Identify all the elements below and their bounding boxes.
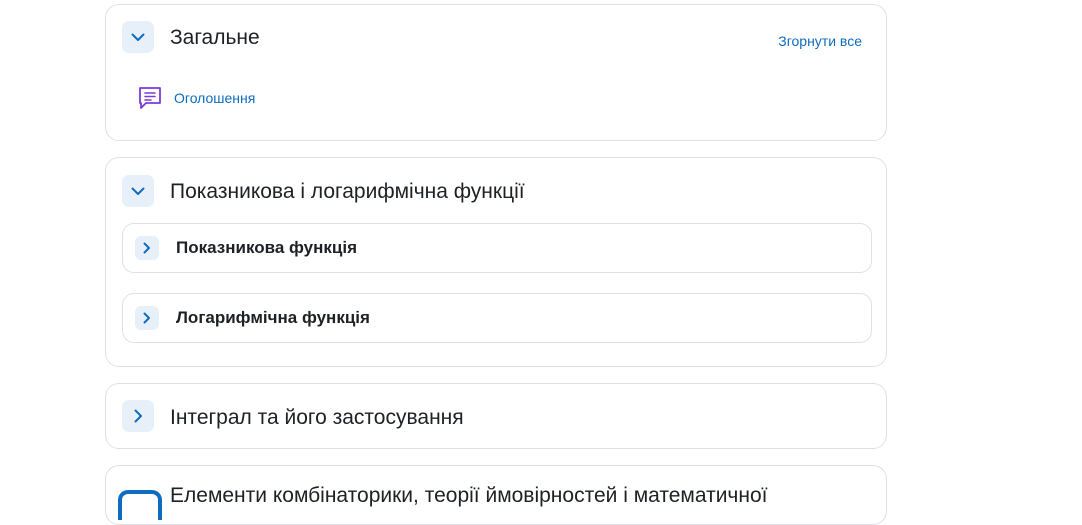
chevron-right-icon: [143, 312, 150, 324]
chevron-down-icon: [131, 33, 145, 41]
section-toggle-icon[interactable]: [118, 490, 162, 520]
subsection-logarithmic-function[interactable]: Логарифмічна функція: [122, 293, 872, 343]
subsection-title[interactable]: Показникова функція: [176, 238, 357, 258]
section-combinatorics: Елементи комбінаторики, теорії ймовірнос…: [105, 465, 887, 525]
section-integral: Інтеграл та його застосування: [105, 383, 887, 449]
section-title[interactable]: Загальне: [170, 26, 260, 50]
activity-announcements[interactable]: Оголошення: [136, 84, 255, 112]
section-title[interactable]: Показникова і логарифмічна функції: [170, 180, 525, 204]
subsection-exponential-function[interactable]: Показникова функція: [122, 223, 872, 273]
section-exponential-logarithmic: Показникова і логарифмічна функції Показ…: [105, 157, 887, 367]
chevron-right-icon: [134, 409, 142, 423]
chevron-right-icon: [143, 242, 150, 254]
section-title[interactable]: Інтеграл та його застосування: [170, 406, 464, 430]
section-title[interactable]: Елементи комбінаторики, теорії ймовірнос…: [170, 484, 768, 508]
section-toggle-button[interactable]: [122, 21, 154, 53]
forum-icon: [136, 84, 164, 112]
subsection-toggle-button[interactable]: [135, 306, 159, 330]
activity-link[interactable]: Оголошення: [174, 90, 255, 106]
subsection-title[interactable]: Логарифмічна функція: [176, 308, 370, 328]
section-toggle-button[interactable]: [122, 400, 154, 432]
chevron-down-icon: [131, 187, 145, 195]
subsection-toggle-button[interactable]: [135, 236, 159, 260]
collapse-all-link[interactable]: Згорнути все: [778, 33, 862, 49]
section-general: Загальне Згорнути все Оголошення: [105, 4, 887, 141]
section-toggle-button[interactable]: [122, 175, 154, 207]
